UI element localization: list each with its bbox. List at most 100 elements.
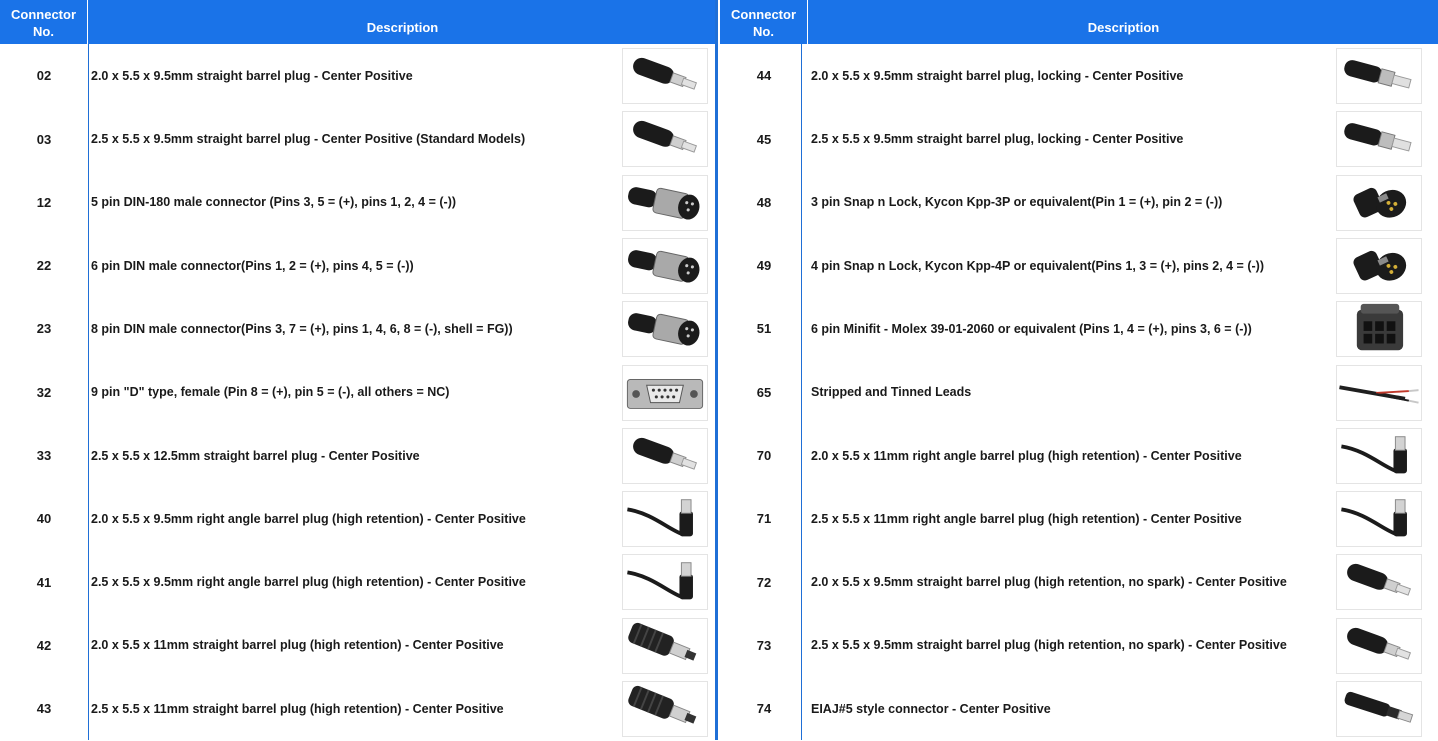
- connector-description: 2.5 x 5.5 x 9.5mm straight barrel plug (…: [811, 638, 1287, 653]
- table-row: 71 2.5 x 5.5 x 11mm right angle barrel pl…: [720, 487, 1438, 551]
- connector-number: 73: [756, 637, 772, 653]
- connector-number: 22: [36, 258, 52, 274]
- table-header: Connector No. Description: [0, 0, 716, 44]
- connector-number: 43: [36, 701, 52, 717]
- connector-description: 8 pin DIN male connector(Pins 3, 7 = (+)…: [91, 321, 513, 336]
- table-row: 73 2.5 x 5.5 x 9.5mm straight barrel plug…: [720, 614, 1438, 678]
- minifit-connector-icon: [1336, 301, 1422, 358]
- connector-number: 71: [756, 511, 772, 527]
- connector-number: 42: [36, 637, 52, 653]
- barrel-plug-icon: [622, 111, 708, 168]
- barrel-plug-icon: [622, 427, 708, 484]
- table-row: 02 2.0 x 5.5 x 9.5mm straight barrel plug…: [0, 44, 716, 108]
- snap-lock-connector-icon: [1336, 174, 1422, 231]
- din-connector-icon: [622, 237, 708, 294]
- connector-description: 2.0 x 5.5 x 9.5mm straight barrel plug, …: [811, 68, 1184, 83]
- connector-header-line2: No.: [33, 24, 54, 39]
- connector-description: 3 pin Snap n Lock, Kycon Kpp-3P or equiv…: [811, 195, 1223, 210]
- locking-barrel-plug-icon: [1336, 111, 1422, 168]
- eiaj-connector-icon: [1336, 681, 1422, 737]
- connector-number: 49: [756, 258, 772, 274]
- connector-number: 44: [756, 68, 772, 84]
- connector-header-line1: Connector: [11, 7, 76, 22]
- barrel-plug-icon: [622, 48, 708, 104]
- connector-number: 74: [756, 701, 772, 717]
- connector-header-line1: Connector: [731, 7, 796, 22]
- connector-description: 2.0 x 5.5 x 9.5mm straight barrel plug -…: [91, 68, 413, 83]
- connector-description: 6 pin DIN male connector(Pins 1, 2 = (+)…: [91, 258, 414, 273]
- table-row: 43 2.5 x 5.5 x 11mm straight barrel plug …: [0, 677, 716, 741]
- table-row: 70 2.0 x 5.5 x 11mm right angle barrel pl…: [720, 424, 1438, 488]
- right-angle-plug-icon: [1336, 427, 1422, 484]
- connector-header-line2: No.: [753, 24, 774, 39]
- table-row: 23 8 pin DIN male connector(Pins 3, 7 = (…: [0, 297, 716, 361]
- table-row: 12 5 pin DIN-180 male connector (Pins 3, …: [0, 171, 716, 235]
- barrel-plug-icon: [1336, 554, 1422, 611]
- connector-number: 45: [756, 131, 772, 147]
- panel-divider: [715, 0, 718, 740]
- connector-description: 2.5 x 5.5 x 9.5mm straight barrel plug -…: [91, 132, 526, 147]
- right-angle-plug-icon: [622, 491, 708, 548]
- table-row: 45 2.5 x 5.5 x 9.5mm straight barrel plug…: [720, 107, 1438, 171]
- connector-description: 4 pin Snap n Lock, Kycon Kpp-4P or equiv…: [811, 258, 1264, 273]
- ribbed-barrel-plug-icon: [622, 617, 708, 674]
- connector-number: 48: [756, 194, 772, 210]
- connector-description: 2.0 x 5.5 x 11mm straight barrel plug (h…: [91, 638, 504, 653]
- connector-description: 2.5 x 5.5 x 11mm straight barrel plug (h…: [91, 701, 504, 716]
- d-sub-connector-icon: [622, 364, 708, 421]
- connector-number: 72: [756, 574, 772, 590]
- table-row: 65 Stripped and Tinned Leads: [720, 361, 1438, 425]
- connector-description: 2.0 x 5.5 x 11mm right angle barrel plug…: [811, 448, 1242, 463]
- table-row: 33 2.5 x 5.5 x 12.5mm straight barrel plu…: [0, 424, 716, 488]
- connector-number: 51: [756, 321, 772, 337]
- description-header: Description: [1087, 20, 1160, 35]
- table-row: 42 2.0 x 5.5 x 11mm straight barrel plug …: [0, 614, 716, 678]
- right-table: Connector No. Description 44 2.0 x 5.5 x 9…: [720, 0, 1438, 740]
- table-row: 22 6 pin DIN male connector(Pins 1, 2 = (…: [0, 234, 716, 298]
- table-header: Connector No. Description: [720, 0, 1438, 44]
- din-connector-icon: [622, 301, 708, 358]
- barrel-plug-icon: [1336, 617, 1422, 674]
- connector-description: EIAJ#5 style connector - Center Positive: [811, 701, 1051, 716]
- connector-description: 9 pin "D" type, female (Pin 8 = (+), pin…: [91, 385, 450, 400]
- table-row: 32 9 pin "D" type, female (Pin 8 = (+), p…: [0, 361, 716, 425]
- table-row: 40 2.0 x 5.5 x 9.5mm right angle barrel p…: [0, 487, 716, 551]
- left-table: Connector No. Description 02 2.0 x 5.5 x 9…: [0, 0, 716, 740]
- ribbed-barrel-plug-icon: [622, 681, 708, 737]
- table-row: 72 2.0 x 5.5 x 9.5mm straight barrel plug…: [720, 550, 1438, 614]
- table-row: 41 2.5 x 5.5 x 9.5mm right angle barrel p…: [0, 550, 716, 614]
- snap-lock-connector-icon: [1336, 237, 1422, 294]
- connector-number: 32: [36, 384, 52, 400]
- connector-description: 5 pin DIN-180 male connector (Pins 3, 5 …: [91, 195, 457, 210]
- table-row: 03 2.5 x 5.5 x 9.5mm straight barrel plug…: [0, 107, 716, 171]
- din-connector-icon: [622, 174, 708, 231]
- connector-number: 40: [36, 511, 52, 527]
- connector-description: Stripped and Tinned Leads: [811, 385, 972, 400]
- connector-description: 2.0 x 5.5 x 9.5mm straight barrel plug (…: [811, 575, 1287, 590]
- connector-description: 2.5 x 5.5 x 12.5mm straight barrel plug …: [91, 448, 420, 463]
- table-row: 48 3 pin Snap n Lock, Kycon Kpp-3P or equ…: [720, 171, 1438, 235]
- table-row: 74 EIAJ#5 style connector - Center Positi…: [720, 677, 1438, 741]
- connector-number: 12: [36, 194, 52, 210]
- right-angle-plug-icon: [622, 554, 708, 611]
- connector-description: 2.5 x 5.5 x 9.5mm straight barrel plug, …: [811, 132, 1184, 147]
- connector-number: 33: [36, 448, 52, 464]
- connector-number: 70: [756, 448, 772, 464]
- table-row: 44 2.0 x 5.5 x 9.5mm straight barrel plug…: [720, 44, 1438, 108]
- connector-description: 2.0 x 5.5 x 9.5mm right angle barrel plu…: [91, 511, 526, 526]
- connector-number: 03: [36, 131, 52, 147]
- connector-no-header: Connector No.: [720, 0, 808, 44]
- locking-barrel-plug-icon: [1336, 48, 1422, 104]
- connector-no-header: Connector No.: [0, 0, 88, 44]
- table-row: 51 6 pin Minifit - Molex 39-01-2060 or eq…: [720, 297, 1438, 361]
- connector-number: 41: [36, 574, 52, 590]
- description-header: Description: [366, 20, 439, 35]
- connector-number: 23: [36, 321, 52, 337]
- table-row: 49 4 pin Snap n Lock, Kycon Kpp-4P or equ…: [720, 234, 1438, 298]
- connector-number: 02: [36, 68, 52, 84]
- right-angle-plug-icon: [1336, 491, 1422, 548]
- connector-description: 2.5 x 5.5 x 11mm right angle barrel plug…: [811, 511, 1242, 526]
- connector-number: 65: [756, 384, 772, 400]
- connector-description: 6 pin Minifit - Molex 39-01-2060 or equi…: [811, 321, 1252, 336]
- stripped-leads-icon: [1336, 364, 1422, 421]
